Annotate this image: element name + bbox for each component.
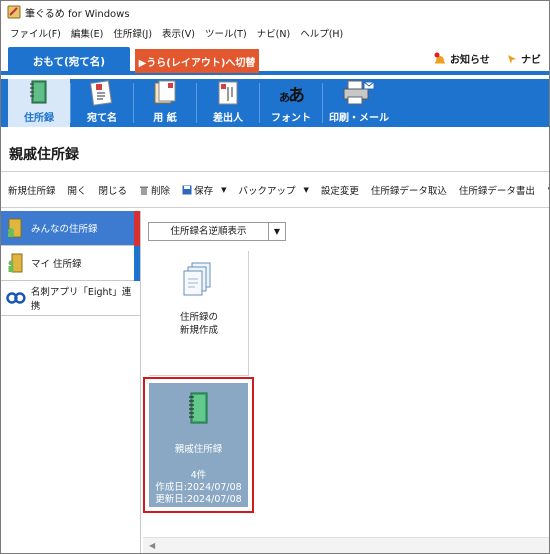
chevron-down-icon[interactable]: ▼ xyxy=(269,227,285,236)
paper-icon xyxy=(154,80,176,104)
notice-label: お知らせ xyxy=(450,55,490,66)
new-card-label: 住所録の 新規作成 xyxy=(149,311,249,337)
menu-edit[interactable]: 編集(E) xyxy=(66,26,108,40)
export-button[interactable]: 住所録データ書出 xyxy=(459,183,535,197)
ribbon-sender[interactable]: 差出人 xyxy=(197,79,259,127)
settings-button[interactable]: 設定変更 xyxy=(321,183,359,197)
trash-icon xyxy=(140,186,149,195)
menu-address-book[interactable]: 住所録(J) xyxy=(108,26,157,40)
delete-button[interactable]: 削除 xyxy=(139,183,170,197)
ribbon-print-mail-label: 印刷・メール xyxy=(329,113,389,124)
side-tab-row: おもて(宛て名) ▶うら(レイアウト)へ切替 お知らせ ナビ xyxy=(1,43,549,75)
sidebar-item-label: 名刺アプリ「Eight」連携 xyxy=(30,287,132,312)
cursor-icon xyxy=(508,54,516,64)
menu-tools[interactable]: ツール(T) xyxy=(200,26,252,40)
ribbon-paper-label: 用 紙 xyxy=(153,113,177,124)
my-address-book-icon xyxy=(8,253,23,273)
green-notebook-icon xyxy=(189,392,208,424)
save-dropdown-arrow[interactable]: ▼ xyxy=(221,186,226,194)
tab-ura-switch[interactable]: ▶うら(レイアウト)へ切替 xyxy=(135,49,259,73)
sidebar-item-eight[interactable]: 名刺アプリ「Eight」連携 xyxy=(1,281,140,316)
open-button[interactable]: 開く xyxy=(68,183,87,197)
selected-address-book-card[interactable]: 親戚住所録 4件 作成日:2024/07/08 更新日:2024/07/08 xyxy=(143,377,254,513)
item-indicator xyxy=(134,246,140,281)
close-button[interactable]: 閉じる xyxy=(99,183,128,197)
ribbon-font[interactable]: あ あ フォント xyxy=(260,79,322,127)
shared-address-book-icon xyxy=(8,218,22,238)
printer-icon xyxy=(343,80,375,105)
notice-link[interactable]: お知らせ xyxy=(433,51,490,66)
page-title: 親戚住所録 xyxy=(9,147,79,163)
sidebar: みんなの住所録 マイ 住所録 名刺アプリ「Eight」連携 xyxy=(1,211,141,553)
new-card-line2: 新規作成 xyxy=(179,325,218,336)
address-book-card[interactable]: 親戚住所録 4件 作成日:2024/07/08 更新日:2024/07/08 xyxy=(149,383,248,507)
sort-order-select[interactable]: 住所録名逆順表示 ▼ xyxy=(148,222,286,241)
backup-dropdown-arrow[interactable]: ▼ xyxy=(303,186,308,194)
ribbon-postcard[interactable]: 宛て名 xyxy=(71,79,133,127)
navi-link[interactable]: ナビ xyxy=(506,51,541,66)
ribbon-address-book-label: 住所録 xyxy=(24,113,54,124)
horizontal-scrollbar[interactable]: ◀ xyxy=(143,537,549,553)
sender-icon xyxy=(218,81,238,105)
sidebar-item-label: みんなの住所録 xyxy=(31,224,98,235)
app-window: 筆ぐるめ for Windows ファイル(F) 編集(E) 住所録(J) 表示… xyxy=(0,0,550,554)
divider xyxy=(1,207,549,208)
font-icon: あ あ xyxy=(279,86,305,106)
save-button[interactable]: 保存 ▼ xyxy=(182,183,226,197)
new-address-book-button[interactable]: 新規住所録 xyxy=(8,183,56,197)
svg-text:あ: あ xyxy=(288,86,305,106)
delete-label: 削除 xyxy=(151,186,171,197)
menu-file[interactable]: ファイル(F) xyxy=(5,26,66,40)
floppy-icon xyxy=(182,185,192,195)
menu-help[interactable]: ヘルプ(H) xyxy=(295,26,348,40)
menu-view[interactable]: 表示(V) xyxy=(157,26,200,40)
bell-icon xyxy=(434,52,445,63)
scroll-left-icon[interactable]: ◀ xyxy=(149,541,155,550)
documents-icon xyxy=(183,262,211,296)
ribbon: 住所録 宛て名 用 紙 差出人 あ あ フォント 印刷・メール xyxy=(1,79,549,127)
import-button[interactable]: 住所録データ取込 xyxy=(371,183,447,197)
card-updated-date: 更新日:2024/07/08 xyxy=(155,494,242,505)
ribbon-postcard-label: 宛て名 xyxy=(87,113,117,124)
ribbon-sender-label: 差出人 xyxy=(213,113,243,124)
tab-omote[interactable]: おもて(宛て名) xyxy=(8,47,130,75)
new-card-line1: 住所録の xyxy=(179,312,218,323)
navi-label: ナビ xyxy=(521,55,541,66)
address-book-icon xyxy=(30,80,47,104)
sidebar-item-shared-address-book[interactable]: みんなの住所録 xyxy=(1,211,140,246)
title-bar: 筆ぐるめ for Windows xyxy=(1,1,549,23)
backup-button[interactable]: バックアップ ▼ xyxy=(238,183,308,197)
active-indicator xyxy=(134,211,140,246)
save-label: 保存 xyxy=(194,186,214,197)
app-icon xyxy=(7,5,21,19)
postcard-icon xyxy=(89,80,113,106)
ribbon-address-book[interactable]: 住所録 xyxy=(8,79,70,127)
toolbar: 新規住所録 開く 閉じる 削除 保存 ▼ バックアップ ▼ 設定変更 住所録デー… xyxy=(1,179,549,201)
divider xyxy=(1,171,549,172)
ribbon-font-label: フォント xyxy=(271,113,311,124)
new-address-book-card[interactable]: 住所録の 新規作成 xyxy=(149,251,249,376)
ribbon-print-mail[interactable]: 印刷・メール xyxy=(323,79,395,127)
menu-bar: ファイル(F) 編集(E) 住所録(J) 表示(V) ツール(T) ナビ(N) … xyxy=(1,23,549,43)
backup-label: バックアップ xyxy=(238,186,296,197)
sort-order-label: 住所録名逆順表示 xyxy=(149,223,269,240)
card-address-book-name: 親戚住所録 xyxy=(174,444,223,455)
sidebar-item-label: マイ 住所録 xyxy=(31,259,82,270)
sidebar-item-my-address-book[interactable]: マイ 住所録 xyxy=(1,246,140,281)
window-title: 筆ぐるめ for Windows xyxy=(25,9,130,20)
ribbon-paper[interactable]: 用 紙 xyxy=(134,79,196,127)
menu-navi[interactable]: ナビ(N) xyxy=(252,26,296,40)
eight-logo-icon xyxy=(6,292,26,304)
